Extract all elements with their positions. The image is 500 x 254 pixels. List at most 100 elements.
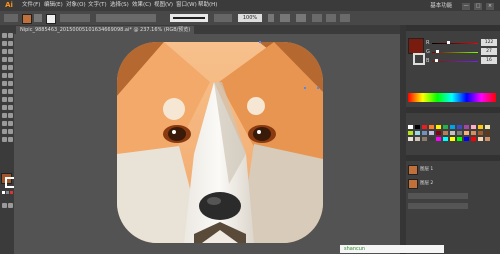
color-swatch[interactable] [485, 125, 490, 129]
menu-file[interactable]: 文件(F) [22, 1, 40, 10]
color-swatch[interactable] [429, 125, 434, 129]
hand-tool-icon[interactable] [8, 129, 13, 134]
color-swatch[interactable] [485, 137, 490, 141]
color-swatch[interactable] [450, 137, 455, 141]
red-slider-thumb[interactable] [447, 41, 450, 44]
color-swatch[interactable] [408, 131, 413, 135]
free-transform-tool-icon[interactable] [2, 89, 7, 94]
screen-mode-icon[interactable] [8, 203, 13, 208]
color-mode-icon[interactable] [2, 191, 5, 194]
color-swatch[interactable] [408, 125, 413, 129]
close-button[interactable]: × [486, 3, 494, 10]
menu-effect[interactable]: 效果(C) [132, 1, 151, 10]
transform-icon[interactable] [326, 14, 336, 22]
mesh-tool-icon[interactable] [8, 97, 13, 102]
pencil-tool-icon[interactable] [8, 65, 13, 70]
layer-row-2[interactable]: 图层 2 [420, 180, 450, 186]
fill-dropdown[interactable] [34, 14, 42, 22]
menu-type[interactable]: 文字(T) [88, 1, 107, 10]
selection-tool-icon[interactable] [2, 33, 7, 38]
type-tool-icon[interactable] [8, 49, 13, 54]
menu-window[interactable]: 窗口(W) [176, 1, 197, 10]
perspective-grid-tool-icon[interactable] [2, 97, 7, 102]
menu-view[interactable]: 视图(V) [154, 1, 173, 10]
pen-tool-icon[interactable] [2, 49, 7, 54]
color-swatch[interactable] [450, 125, 455, 129]
color-swatch[interactable] [443, 131, 448, 135]
blend-tool-icon[interactable] [2, 113, 7, 118]
color-swatch[interactable] [457, 137, 462, 141]
document-setup-button[interactable] [280, 14, 290, 22]
gradient-tool-icon[interactable] [2, 105, 7, 110]
selection-handle[interactable] [304, 87, 306, 89]
menu-edit[interactable]: 编辑(E) [44, 1, 63, 10]
color-swatch[interactable] [464, 137, 469, 141]
blue-value-field[interactable]: 16 [481, 57, 497, 64]
color-swatch[interactable] [443, 137, 448, 141]
color-swatch[interactable] [422, 137, 427, 141]
color-swatch[interactable] [415, 125, 420, 129]
color-swatch[interactable] [422, 125, 427, 129]
arrange-icon[interactable] [340, 14, 350, 22]
brush-definition-dropdown[interactable] [170, 14, 208, 22]
layer-thumbnail[interactable] [408, 165, 418, 175]
symbol-sprayer-tool-icon[interactable] [8, 113, 13, 118]
layer-options-field[interactable] [408, 193, 468, 199]
style-swatch[interactable] [268, 14, 274, 22]
line-tool-icon[interactable] [2, 57, 7, 62]
color-swatch[interactable] [471, 125, 476, 129]
document-tab[interactable]: Nipic_9885463_20150005101634669098.ai* @… [16, 26, 195, 34]
direct-selection-tool-icon[interactable] [8, 33, 13, 38]
eraser-tool-icon[interactable] [2, 73, 7, 78]
paintbrush-tool-icon[interactable] [2, 65, 7, 70]
style-dropdown[interactable] [214, 14, 232, 22]
color-swatch[interactable] [429, 137, 434, 141]
color-swatch[interactable] [443, 125, 448, 129]
artboard-tool-icon[interactable] [8, 121, 13, 126]
layers-panel-tabs[interactable] [406, 155, 500, 161]
red-slider[interactable] [432, 43, 478, 44]
shape-builder-tool-icon[interactable] [8, 89, 13, 94]
workspace-switcher[interactable]: 基本功能 [430, 3, 452, 9]
color-swatch[interactable] [415, 131, 420, 135]
width-tool-icon[interactable] [8, 81, 13, 86]
selection-handle[interactable] [259, 41, 261, 43]
align-icon[interactable] [312, 14, 322, 22]
color-panel-tabs[interactable] [406, 25, 500, 31]
magic-wand-tool-icon[interactable] [2, 41, 7, 46]
color-panel-fill[interactable] [408, 38, 424, 54]
layer-row-1[interactable]: 图层 1 [420, 166, 450, 172]
draw-normal-icon[interactable] [2, 203, 7, 208]
green-slider-thumb[interactable] [436, 50, 439, 53]
layer-thumbnail[interactable] [408, 179, 418, 189]
menu-object[interactable]: 对象(O) [66, 1, 86, 10]
canvas[interactable] [14, 34, 400, 254]
red-value-field[interactable]: 122 [481, 39, 497, 46]
color-swatch[interactable] [450, 131, 455, 135]
color-panel-stroke[interactable] [413, 53, 425, 65]
menu-select[interactable]: 选择(S) [110, 1, 129, 10]
color-swatch[interactable] [478, 131, 483, 135]
color-swatch[interactable] [422, 131, 427, 135]
color-swatch[interactable] [436, 125, 441, 129]
rectangle-tool-icon[interactable] [8, 57, 13, 62]
color-swatch[interactable] [436, 131, 441, 135]
color-swatch[interactable] [485, 131, 490, 135]
stroke-weight-field[interactable] [60, 14, 90, 22]
gradient-mode-icon[interactable] [6, 191, 9, 194]
color-swatch[interactable] [478, 137, 483, 141]
color-swatch[interactable] [478, 125, 483, 129]
color-swatch[interactable] [408, 137, 413, 141]
scale-tool-icon[interactable] [2, 81, 7, 86]
blue-slider[interactable] [432, 61, 478, 62]
color-swatch[interactable] [471, 131, 476, 135]
opacity-field[interactable]: 100% [238, 14, 262, 22]
slice-tool-icon[interactable] [2, 129, 7, 134]
stroke-swatch[interactable] [46, 14, 56, 24]
color-spectrum-bar[interactable] [408, 93, 496, 102]
maximize-button[interactable]: □ [474, 3, 483, 10]
fill-swatch[interactable] [22, 14, 32, 24]
dog-app-icon[interactable] [117, 42, 323, 243]
column-graph-tool-icon[interactable] [2, 121, 7, 126]
variable-width-dropdown[interactable] [96, 14, 156, 22]
